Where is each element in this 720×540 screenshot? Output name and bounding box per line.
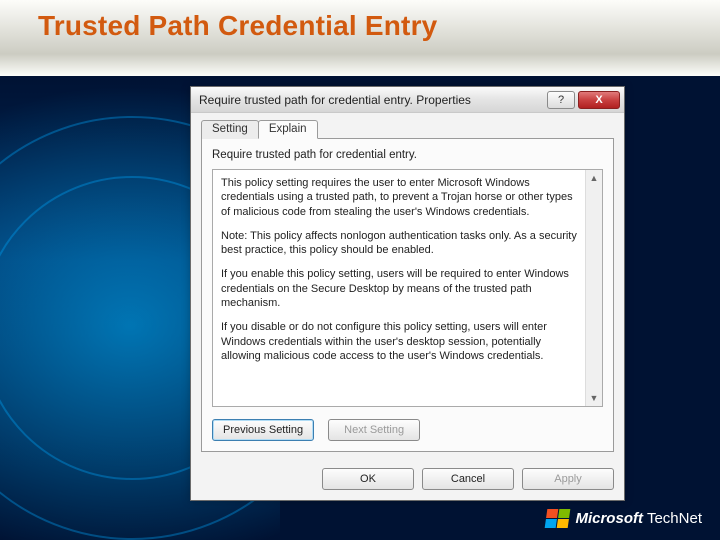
- slide-title: Trusted Path Credential Entry: [0, 0, 720, 42]
- explain-text-content: This policy setting requires the user to…: [213, 170, 585, 406]
- dialog-footer-buttons: OK Cancel Apply: [191, 460, 624, 500]
- scroll-up-icon[interactable]: ▲: [587, 170, 602, 186]
- tab-setting[interactable]: Setting: [201, 120, 259, 139]
- cancel-button[interactable]: Cancel: [422, 468, 514, 490]
- apply-button[interactable]: Apply: [522, 468, 614, 490]
- scroll-down-icon[interactable]: ▼: [587, 390, 602, 406]
- explain-p2: Note: This policy affects nonlogon authe…: [221, 229, 581, 258]
- scrollbar[interactable]: ▲ ▼: [585, 170, 602, 406]
- close-icon: X: [595, 94, 602, 106]
- dialog-titlebar[interactable]: Require trusted path for credential entr…: [191, 87, 624, 113]
- next-setting-button[interactable]: Next Setting: [328, 419, 420, 441]
- previous-setting-button[interactable]: Previous Setting: [212, 419, 314, 441]
- dialog-title: Require trusted path for credential entr…: [199, 93, 547, 107]
- tab-explain[interactable]: Explain: [258, 120, 318, 139]
- tab-panel-explain: Require trusted path for credential entr…: [201, 138, 614, 452]
- ok-button[interactable]: OK: [322, 468, 414, 490]
- help-button[interactable]: ?: [547, 91, 575, 109]
- footer-logo: Microsoft TechNet: [546, 509, 702, 528]
- footer-product: TechNet: [647, 510, 702, 527]
- microsoft-flag-icon: [545, 509, 571, 528]
- explain-textbox[interactable]: This policy setting requires the user to…: [212, 169, 603, 407]
- policy-name-label: Require trusted path for credential entr…: [212, 149, 603, 161]
- footer-brand: Microsoft: [575, 510, 643, 527]
- explain-p3: If you enable this policy setting, users…: [221, 267, 581, 310]
- explain-p4: If you disable or do not configure this …: [221, 320, 581, 363]
- close-button[interactable]: X: [578, 91, 620, 109]
- explain-p1: This policy setting requires the user to…: [221, 176, 581, 219]
- tab-strip: Setting Explain: [201, 119, 614, 138]
- properties-dialog: Require trusted path for credential entr…: [190, 86, 625, 501]
